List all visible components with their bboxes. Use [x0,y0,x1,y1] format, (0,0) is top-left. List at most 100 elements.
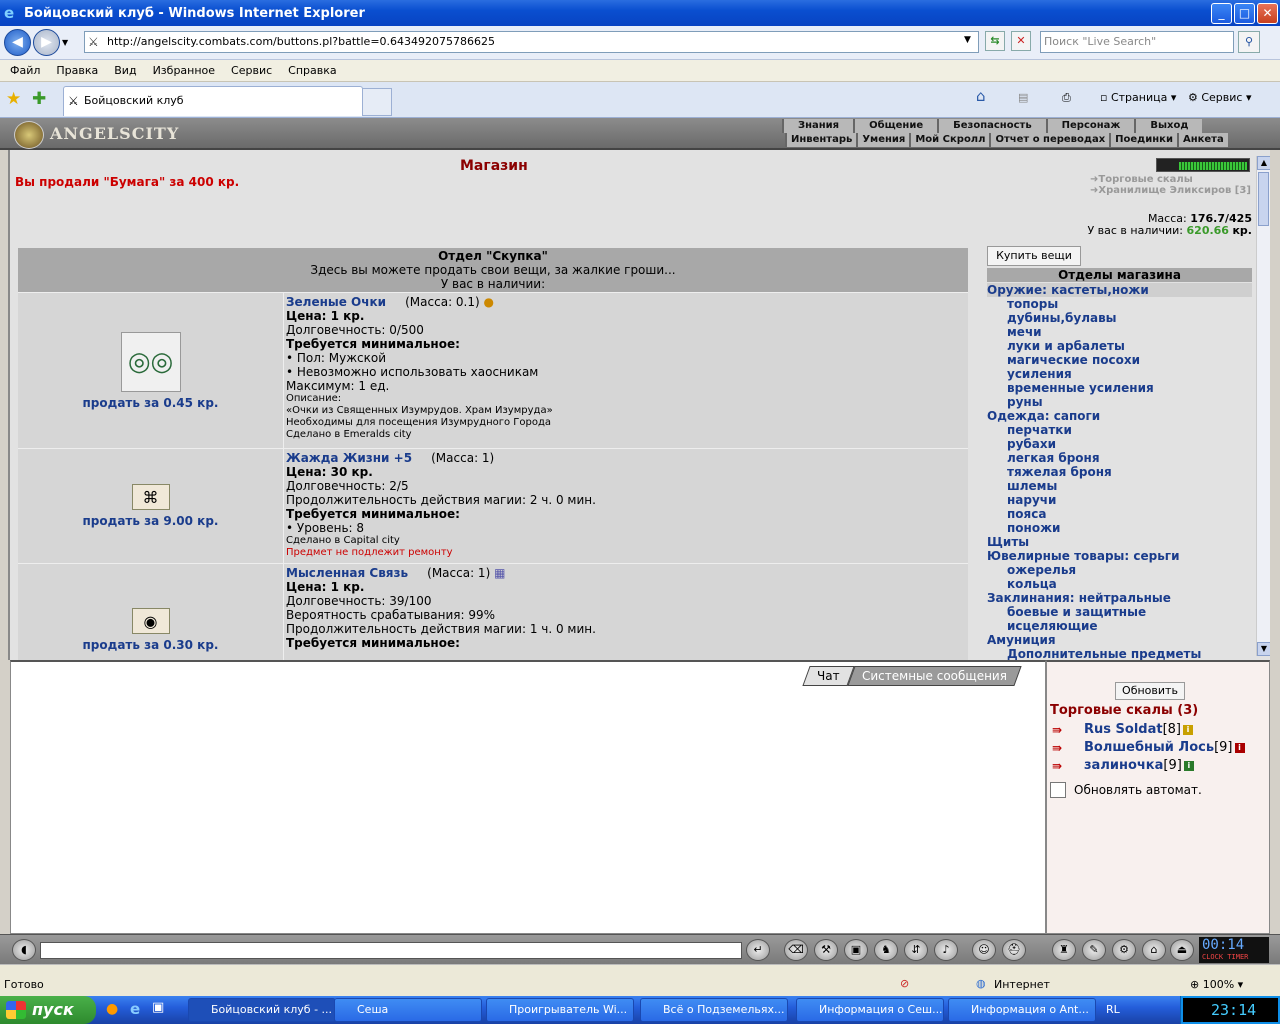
scroll-item-icon[interactable]: ✎ [1082,939,1106,961]
sound-icon[interactable]: ♪ [934,939,958,961]
gear-icon[interactable]: ⚙ [1112,939,1136,961]
department-link[interactable]: легкая броня [987,451,1252,465]
taskbar-item[interactable]: Всё о Подземельях... [640,998,788,1022]
link-elixir-storage[interactable]: ➜Хранилище Эликсиров [3] [1090,185,1252,196]
department-link[interactable]: Щиты [987,535,1252,549]
stop-icon[interactable]: ✕ [1011,31,1031,51]
search-input[interactable]: Поиск "Live Search" [1040,31,1234,53]
feeds-icon[interactable]: ▤ [1018,91,1028,104]
nav-profile[interactable]: Анкета [1176,133,1228,147]
home-game-icon[interactable]: ⌂ [1142,939,1166,961]
url-dropdown-icon[interactable]: ▼ [964,35,971,45]
send-icon[interactable]: ↵ [746,939,770,961]
nav-character[interactable]: Персонаж [1045,119,1135,133]
department-link[interactable]: дубины,булавы [987,311,1252,325]
taskbar-item[interactable]: Сеша [334,998,482,1022]
department-link[interactable]: руны [987,395,1252,409]
menu-file[interactable]: Файл [10,64,40,77]
department-link[interactable]: рубахи [987,437,1252,451]
department-link[interactable]: перчатки [987,423,1252,437]
item-name[interactable]: Зеленые Очки [286,295,386,309]
user-name[interactable]: Волшебный Лось [1084,740,1214,755]
nav-skills[interactable]: Умения [856,133,909,147]
forward-button[interactable]: ▶ [33,29,60,56]
scroll-down-icon[interactable]: ▼ [1257,642,1270,656]
scroll-up-icon[interactable]: ▲ [1257,156,1270,170]
department-link[interactable]: наручи [987,493,1252,507]
department-link[interactable]: исцеляющие [987,619,1252,633]
buy-items-button[interactable]: Купить вещи [987,246,1081,266]
close-button[interactable]: ✕ [1257,3,1278,24]
menu-tools[interactable]: Сервис [231,64,272,77]
favorites-star-icon[interactable]: ★ [6,89,21,109]
department-link[interactable]: временные усиления [987,381,1252,395]
taskbar-item[interactable]: Информация о Сеш... [796,998,944,1022]
auto-refresh-checkbox[interactable] [1050,782,1066,798]
nav-battles[interactable]: Поединки [1109,133,1177,147]
history-dropdown-icon[interactable]: ▼ [62,38,68,47]
firefox-icon[interactable]: ● [106,1001,118,1017]
fight-icon[interactable]: ♞ [874,939,898,961]
department-link[interactable]: Одежда: сапоги [987,409,1252,423]
tab-system-messages[interactable]: Системные сообщения [846,666,1022,686]
nav-security[interactable]: Безопасность [937,119,1046,133]
ie-quicklaunch-icon[interactable]: e [130,1000,140,1018]
lang-indicator[interactable]: RL [1106,1003,1120,1016]
department-link[interactable]: усиления [987,367,1252,381]
smiley-icon[interactable]: ☺ [972,939,996,961]
department-link[interactable]: топоры [987,297,1252,311]
back-button[interactable]: ◀ [4,29,31,56]
department-link[interactable]: Ювелирные товары: серьги [987,549,1252,563]
minimize-button[interactable]: _ [1211,3,1232,24]
department-link[interactable]: Заклинания: нейтральные [987,591,1252,605]
department-link[interactable]: Дополнительные предметы [987,647,1252,660]
exit-icon[interactable]: ⏏ [1170,939,1194,961]
sell-link[interactable]: продать за 9.00 кр. [83,514,219,528]
department-link[interactable]: магические посохи [987,353,1252,367]
tab-fight-club[interactable]: ⚔ Бойцовский клуб [63,86,363,116]
save-icon[interactable]: ▣ [844,939,868,961]
user-name[interactable]: залиночка [1084,758,1163,773]
taskbar-item[interactable]: Проигрыватель Wi... [486,998,634,1022]
desktop-icon[interactable]: ▣ [152,1000,164,1015]
sell-link[interactable]: продать за 0.45 кр. [83,396,219,410]
info-icon[interactable]: i [1234,742,1245,753]
chat-input[interactable] [40,942,742,959]
tab-chat[interactable]: Чат [802,666,855,686]
nav-inventory[interactable]: Инвентарь [785,133,856,147]
bag-icon[interactable]: ♜ [1052,939,1076,961]
new-tab-button[interactable] [362,88,392,116]
nav-transfer-report[interactable]: Отчет о переводах [989,133,1109,147]
refresh-button[interactable]: Обновить [1115,682,1185,700]
zoom-control[interactable]: ⊕ 100% ▾ [1190,978,1243,991]
department-link[interactable]: поножи [987,521,1252,535]
department-link[interactable]: боевые и защитные [987,605,1252,619]
department-link[interactable]: шлемы [987,479,1252,493]
eraser-icon[interactable]: ⌫ [784,939,808,961]
home-icon[interactable]: ⌂ [976,87,986,105]
department-link[interactable]: Амуниция [987,633,1252,647]
department-link[interactable]: ожерелья [987,563,1252,577]
chat-speak-icon[interactable]: ◖ [12,939,36,961]
refresh-icon[interactable]: ⇆ [985,31,1005,51]
menu-help[interactable]: Справка [288,64,336,77]
scroll-lock-icon[interactable]: ⇵ [904,939,928,961]
department-link[interactable]: луки и арбалеты [987,339,1252,353]
main-scrollbar[interactable]: ▲ ▼ [1256,156,1270,656]
menu-view[interactable]: Вид [114,64,136,77]
url-input[interactable]: http://angelscity.combats.com/buttons.pl… [84,31,979,53]
nav-my-scroll[interactable]: Мой Скролл [909,133,989,147]
department-link[interactable]: Оружие: кастеты,ножи [987,283,1252,297]
link-trade-rocks[interactable]: ➜Торговые скалы [1090,174,1252,185]
menu-edit[interactable]: Правка [56,64,98,77]
helmet-icon[interactable]: ⛑ [1002,939,1026,961]
info-icon[interactable]: i [1183,760,1194,771]
sell-link[interactable]: продать за 0.30 кр. [83,638,219,652]
print-icon[interactable]: ⎙ [1062,91,1071,105]
department-link[interactable]: мечи [987,325,1252,339]
search-icon[interactable]: ⚲ [1238,31,1260,53]
info-icon[interactable]: i [1183,724,1193,735]
item-name[interactable]: Жажда Жизни +5 [286,451,412,465]
nav-exit[interactable]: Выход [1134,119,1202,133]
maximize-button[interactable]: □ [1234,3,1255,24]
